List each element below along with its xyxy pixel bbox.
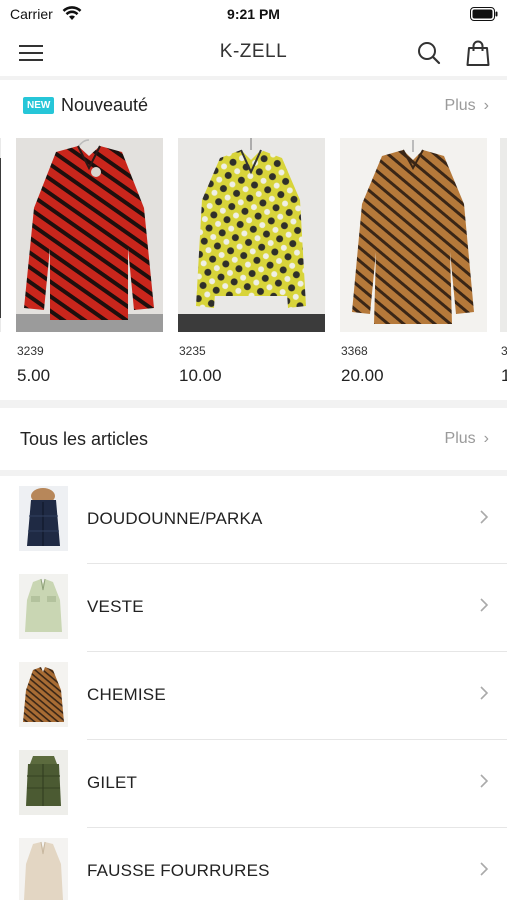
more-link-label: Plus bbox=[444, 430, 476, 447]
all-articles-header: Tous les articles Plus › bbox=[0, 408, 507, 470]
product-card[interactable]: 3368 20.00 bbox=[340, 134, 487, 396]
navigation-bar: K-ZELL bbox=[0, 30, 507, 76]
category-row-chemise[interactable]: CHEMISE bbox=[0, 652, 507, 740]
chevron-right-icon: › bbox=[483, 97, 489, 114]
product-price: 20.00 bbox=[341, 366, 384, 385]
category-thumbnail bbox=[19, 838, 68, 900]
new-arrivals-title: Nouveauté bbox=[61, 95, 149, 115]
new-badge: NEW bbox=[23, 97, 55, 114]
search-icon[interactable] bbox=[416, 40, 442, 66]
product-card[interactable] bbox=[0, 134, 1, 396]
product-price: 1 bbox=[501, 366, 507, 385]
product-image bbox=[0, 138, 1, 332]
more-link-label: Plus bbox=[444, 97, 476, 114]
category-label: GILET bbox=[87, 773, 138, 792]
category-label: FAUSSE FOURRURES bbox=[87, 861, 270, 880]
category-label: CHEMISE bbox=[87, 685, 166, 704]
product-reference: 3235 bbox=[179, 344, 206, 358]
category-thumbnail bbox=[19, 486, 68, 551]
category-row-doudounne-parka[interactable]: DOUDOUNNE/PARKA bbox=[0, 476, 507, 564]
product-reference: 3 bbox=[501, 344, 507, 358]
chevron-right-icon bbox=[480, 774, 489, 788]
product-image bbox=[16, 138, 163, 332]
battery-icon bbox=[470, 7, 498, 21]
product-price: 10.00 bbox=[179, 366, 222, 385]
product-image bbox=[500, 138, 507, 332]
product-card[interactable]: 3235 10.00 bbox=[178, 134, 325, 396]
product-reference: 3239 bbox=[17, 344, 44, 358]
product-image bbox=[340, 138, 487, 332]
category-label: DOUDOUNNE/PARKA bbox=[87, 509, 263, 528]
category-thumbnail bbox=[19, 574, 68, 639]
chevron-right-icon bbox=[480, 510, 489, 524]
category-label: VESTE bbox=[87, 597, 144, 616]
product-card[interactable]: 3 1 bbox=[500, 134, 507, 396]
product-image bbox=[178, 138, 325, 332]
shopping-bag-icon[interactable] bbox=[465, 39, 491, 67]
chevron-right-icon: › bbox=[483, 430, 489, 447]
chevron-right-icon bbox=[480, 598, 489, 612]
category-thumbnail bbox=[19, 750, 68, 815]
category-row-veste[interactable]: VESTE bbox=[0, 564, 507, 652]
chevron-right-icon bbox=[480, 862, 489, 876]
category-row-gilet[interactable]: GILET bbox=[0, 740, 507, 828]
all-articles-more-link[interactable]: Plus › bbox=[445, 430, 489, 448]
new-arrivals-header: NEW Nouveauté Plus › bbox=[0, 80, 507, 130]
product-reference: 3368 bbox=[341, 344, 368, 358]
product-card[interactable]: 3239 5.00 bbox=[16, 134, 163, 396]
status-time: 9:21 PM bbox=[227, 6, 280, 22]
category-row-fausse-fourrures[interactable]: FAUSSE FOURRURES bbox=[0, 828, 507, 900]
all-articles-title: Tous les articles bbox=[20, 429, 149, 449]
chevron-right-icon bbox=[480, 686, 489, 700]
product-price: 5.00 bbox=[17, 366, 51, 385]
new-arrivals-more-link[interactable]: Plus › bbox=[445, 97, 489, 115]
category-thumbnail bbox=[19, 662, 68, 727]
status-bar: Carrier 9:21 PM bbox=[0, 0, 507, 30]
new-arrivals-carousel[interactable]: 3239 5.00 3235 10.00 3368 20.00 3 1 bbox=[0, 134, 507, 396]
section-divider bbox=[0, 400, 507, 408]
